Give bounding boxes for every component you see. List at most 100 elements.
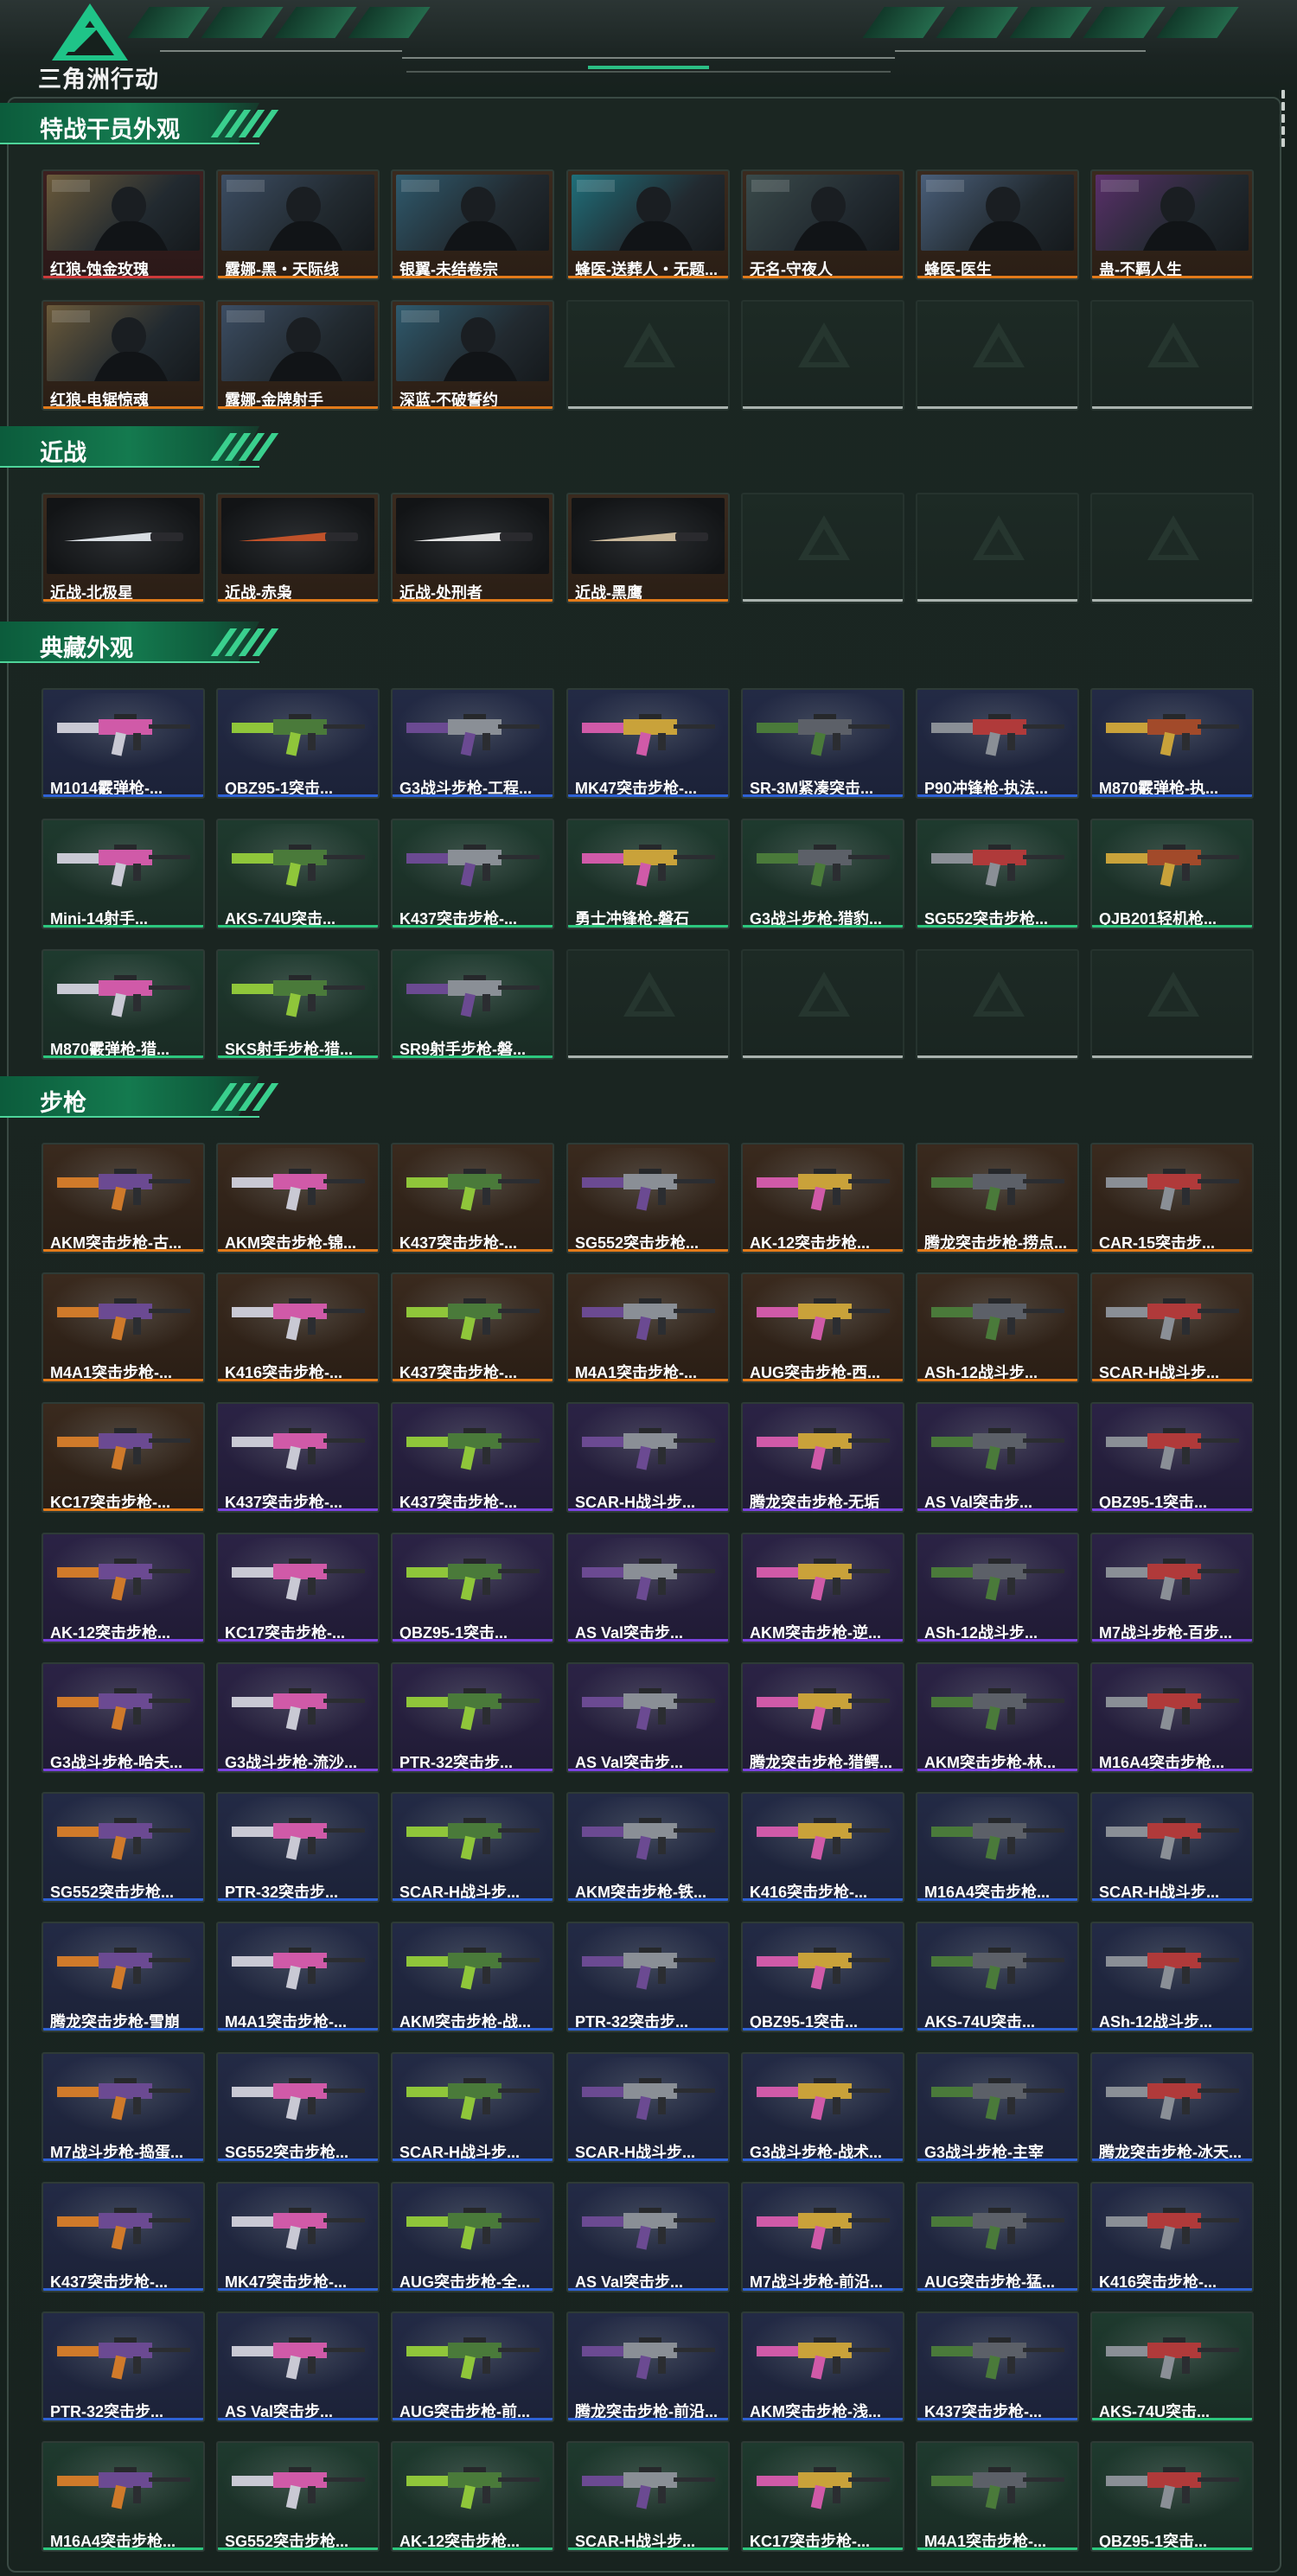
- melee-skin-card[interactable]: 近战-黑鹰: [566, 493, 730, 603]
- weapon-skin-card[interactable]: AKM突击步枪-战...: [391, 1922, 554, 2032]
- weapon-skin-card[interactable]: KC17突击步枪-...: [42, 1402, 205, 1513]
- weapon-skin-card[interactable]: K437突击步枪-...: [391, 819, 554, 929]
- weapon-skin-card[interactable]: Mini-14射手...: [42, 819, 205, 929]
- weapon-skin-card[interactable]: SCAR-H战斗步...: [391, 2052, 554, 2163]
- weapon-skin-card[interactable]: AS Val突击步...: [566, 1662, 730, 1773]
- weapon-skin-card[interactable]: M7战斗步枪-前沿...: [741, 2182, 904, 2292]
- agent-skin-card[interactable]: 银翼-未结卷宗: [391, 169, 554, 280]
- agent-skin-card[interactable]: 蜂医-送葬人・无题...: [566, 169, 730, 280]
- weapon-skin-card[interactable]: SCAR-H战斗步...: [566, 2052, 730, 2163]
- weapon-skin-card[interactable]: KC17突击步枪-...: [216, 1533, 380, 1643]
- weapon-skin-card[interactable]: M4A1突击步枪-...: [566, 1272, 730, 1383]
- weapon-skin-card[interactable]: SCAR-H战斗步...: [391, 1792, 554, 1903]
- weapon-skin-card[interactable]: AS Val突击步...: [216, 2311, 380, 2422]
- weapon-skin-card[interactable]: SR-3M紧凑突击...: [741, 688, 904, 799]
- weapon-skin-card[interactable]: M4A1突击步枪-...: [42, 1272, 205, 1383]
- weapon-skin-card[interactable]: AKS-74U突击...: [216, 819, 380, 929]
- weapon-skin-card[interactable]: G3战斗步枪-战术...: [741, 2052, 904, 2163]
- weapon-skin-card[interactable]: 勇士冲锋枪-磐石: [566, 819, 730, 929]
- weapon-skin-card[interactable]: AS Val突击步...: [916, 1402, 1079, 1513]
- weapon-skin-card[interactable]: K437突击步枪-...: [391, 1143, 554, 1253]
- weapon-skin-card[interactable]: AK-12突击步枪...: [391, 2441, 554, 2552]
- weapon-skin-card[interactable]: SG552突击步枪...: [216, 2441, 380, 2552]
- weapon-skin-card[interactable]: PTR-32突击步...: [566, 1922, 730, 2032]
- weapon-skin-card[interactable]: K416突击步枪-...: [741, 1792, 904, 1903]
- weapon-skin-card[interactable]: M7战斗步枪-百步...: [1090, 1533, 1254, 1643]
- melee-skin-card[interactable]: 近战-北极星: [42, 493, 205, 603]
- weapon-skin-card[interactable]: 腾龙突击步枪-前沿...: [566, 2311, 730, 2422]
- weapon-skin-card[interactable]: K416突击步枪-...: [1090, 2182, 1254, 2292]
- weapon-skin-card[interactable]: AK-12突击步枪...: [741, 1143, 904, 1253]
- weapon-skin-card[interactable]: K437突击步枪-...: [216, 1402, 380, 1513]
- agent-skin-card[interactable]: 露娜-黑・天际线: [216, 169, 380, 280]
- weapon-skin-card[interactable]: AKS-74U突击...: [916, 1922, 1079, 2032]
- weapon-skin-card[interactable]: ASh-12战斗步...: [1090, 1922, 1254, 2032]
- weapon-skin-card[interactable]: M16A4突击步枪...: [916, 1792, 1079, 1903]
- weapon-skin-card[interactable]: M16A4突击步枪...: [42, 2441, 205, 2552]
- weapon-skin-card[interactable]: SCAR-H战斗步...: [566, 1402, 730, 1513]
- weapon-skin-card[interactable]: SCAR-H战斗步...: [1090, 1272, 1254, 1383]
- agent-skin-card[interactable]: 红狼-电锯惊魂: [42, 300, 205, 411]
- weapon-skin-card[interactable]: ASh-12战斗步...: [916, 1272, 1079, 1383]
- agent-skin-card[interactable]: 蜂医-医生: [916, 169, 1079, 280]
- weapon-skin-card[interactable]: M4A1突击步枪-...: [916, 2441, 1079, 2552]
- weapon-skin-card[interactable]: M7战斗步枪-捣蛋...: [42, 2052, 205, 2163]
- weapon-skin-card[interactable]: QBZ95-1突击...: [1090, 1402, 1254, 1513]
- weapon-skin-card[interactable]: QBZ95-1突击...: [1090, 2441, 1254, 2552]
- weapon-skin-card[interactable]: QBZ95-1突击...: [391, 1533, 554, 1643]
- weapon-skin-card[interactable]: M1014霰弹枪-...: [42, 688, 205, 799]
- weapon-skin-card[interactable]: PTR-32突击步...: [216, 1792, 380, 1903]
- weapon-skin-card[interactable]: K437突击步枪-...: [42, 2182, 205, 2292]
- weapon-skin-card[interactable]: PTR-32突击步...: [391, 1662, 554, 1773]
- weapon-skin-card[interactable]: G3战斗步枪-工程...: [391, 688, 554, 799]
- weapon-skin-card[interactable]: SR9射手步枪-磐...: [391, 949, 554, 1060]
- weapon-skin-card[interactable]: SG552突击步枪...: [42, 1792, 205, 1903]
- weapon-skin-card[interactable]: SCAR-H战斗步...: [1090, 1792, 1254, 1903]
- agent-skin-card[interactable]: 深蓝-不破誓约: [391, 300, 554, 411]
- agent-skin-card[interactable]: 露娜-金牌射手: [216, 300, 380, 411]
- weapon-skin-card[interactable]: G3战斗步枪-主宰: [916, 2052, 1079, 2163]
- weapon-skin-card[interactable]: 腾龙突击步枪-捞点...: [916, 1143, 1079, 1253]
- weapon-skin-card[interactable]: SCAR-H战斗步...: [566, 2441, 730, 2552]
- weapon-skin-card[interactable]: K437突击步枪-...: [391, 1402, 554, 1513]
- weapon-skin-card[interactable]: AKM突击步枪-铁...: [566, 1792, 730, 1903]
- weapon-skin-card[interactable]: AKM突击步枪-锦...: [216, 1143, 380, 1253]
- weapon-skin-card[interactable]: 腾龙突击步枪-无垢: [741, 1402, 904, 1513]
- melee-skin-card[interactable]: 近战-处刑者: [391, 493, 554, 603]
- weapon-skin-card[interactable]: SG552突击步枪...: [916, 819, 1079, 929]
- agent-skin-card[interactable]: 红狼-蚀金玫瑰: [42, 169, 205, 280]
- weapon-skin-card[interactable]: P90冲锋枪-执法...: [916, 688, 1079, 799]
- weapon-skin-card[interactable]: PTR-32突击步...: [42, 2311, 205, 2422]
- weapon-skin-card[interactable]: K437突击步枪-...: [916, 2311, 1079, 2422]
- weapon-skin-card[interactable]: MK47突击步枪-...: [566, 688, 730, 799]
- weapon-skin-card[interactable]: QBZ95-1突击...: [216, 688, 380, 799]
- weapon-skin-card[interactable]: G3战斗步枪-哈夫...: [42, 1662, 205, 1773]
- weapon-skin-card[interactable]: AUG突击步枪-全...: [391, 2182, 554, 2292]
- weapon-skin-card[interactable]: ASh-12战斗步...: [916, 1533, 1079, 1643]
- weapon-skin-card[interactable]: M4A1突击步枪-...: [216, 1922, 380, 2032]
- agent-skin-card[interactable]: 无名-守夜人: [741, 169, 904, 280]
- weapon-skin-card[interactable]: AS Val突击步...: [566, 2182, 730, 2292]
- weapon-skin-card[interactable]: M870霰弹枪-执...: [1090, 688, 1254, 799]
- weapon-skin-card[interactable]: QBZ95-1突击...: [741, 1922, 904, 2032]
- weapon-skin-card[interactable]: AUG突击步枪-西...: [741, 1272, 904, 1383]
- weapon-skin-card[interactable]: AUG突击步枪-前...: [391, 2311, 554, 2422]
- weapon-skin-card[interactable]: SG552突击步枪...: [566, 1143, 730, 1253]
- weapon-skin-card[interactable]: 腾龙突击步枪-冰天...: [1090, 2052, 1254, 2163]
- weapon-skin-card[interactable]: G3战斗步枪-流沙...: [216, 1662, 380, 1773]
- weapon-skin-card[interactable]: AKM突击步枪-浅...: [741, 2311, 904, 2422]
- weapon-skin-card[interactable]: M870霰弹枪-猎...: [42, 949, 205, 1060]
- weapon-skin-card[interactable]: MK47突击步枪-...: [216, 2182, 380, 2292]
- weapon-skin-card[interactable]: AUG突击步枪-猛...: [916, 2182, 1079, 2292]
- weapon-skin-card[interactable]: SG552突击步枪...: [216, 2052, 380, 2163]
- weapon-skin-card[interactable]: AKM突击步枪-林...: [916, 1662, 1079, 1773]
- weapon-skin-card[interactable]: QJB201轻机枪...: [1090, 819, 1254, 929]
- weapon-skin-card[interactable]: AK-12突击步枪...: [42, 1533, 205, 1643]
- weapon-skin-card[interactable]: AKS-74U突击...: [1090, 2311, 1254, 2422]
- weapon-skin-card[interactable]: AKM突击步枪-古...: [42, 1143, 205, 1253]
- weapon-skin-card[interactable]: SKS射手步枪-猎...: [216, 949, 380, 1060]
- weapon-skin-card[interactable]: G3战斗步枪-猎豹...: [741, 819, 904, 929]
- scrollbar-handle[interactable]: [1281, 86, 1287, 156]
- weapon-skin-card[interactable]: K416突击步枪-...: [216, 1272, 380, 1383]
- weapon-skin-card[interactable]: M16A4突击步枪...: [1090, 1662, 1254, 1773]
